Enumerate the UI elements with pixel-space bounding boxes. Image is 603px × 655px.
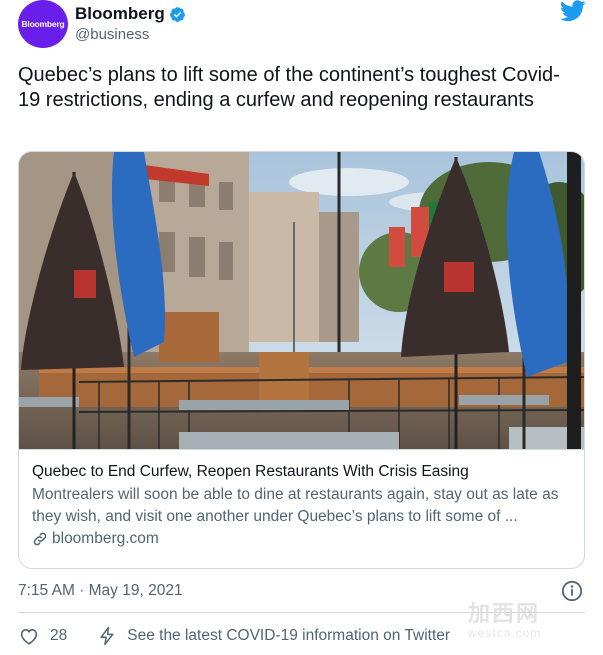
card-body[interactable]: Quebec to End Curfew, Reopen Restaurants… (19, 449, 584, 568)
avatar-text: Bloomberg (21, 19, 65, 29)
link-icon (33, 532, 47, 546)
display-name[interactable]: Bloomberg (75, 4, 165, 24)
card-domain[interactable]: bloomberg.com (52, 530, 159, 548)
tweet-timestamp[interactable]: 7:15 AM · May 19, 2021 (18, 582, 183, 600)
name-row: Bloomberg (75, 4, 186, 24)
heart-icon[interactable] (18, 625, 40, 647)
like-button[interactable]: 28 (18, 625, 67, 647)
divider (18, 612, 585, 613)
like-count: 28 (50, 627, 68, 644)
card-description: Montrealers will soon be able to dine at… (32, 486, 559, 525)
card-title[interactable]: Quebec to End Curfew, Reopen Restaurants… (32, 461, 571, 482)
author-block[interactable]: Bloomberg @business (75, 4, 186, 43)
card-image[interactable] (19, 152, 584, 449)
twitter-bird-icon[interactable] (560, 0, 586, 22)
tweet-header: Bloomberg Bloomberg @business (18, 0, 588, 50)
watermark-sub: westca.com (468, 626, 542, 640)
lightning-icon (100, 626, 114, 646)
avatar[interactable]: Bloomberg (18, 0, 68, 48)
tweet-actions: 28 See the latest COVID-19 information o… (18, 623, 450, 649)
watermark: 加西网 westca.com (468, 596, 578, 640)
link-card[interactable]: Quebec to End Curfew, Reopen Restaurants… (18, 151, 585, 569)
handle[interactable]: @business (75, 26, 186, 43)
verified-badge-icon (169, 6, 185, 22)
card-domain-row[interactable]: bloomberg.com (32, 530, 571, 548)
covid-info-text[interactable]: See the latest COVID-19 information on T… (127, 627, 450, 645)
tweet-text: Quebec’s plans to lift some of the conti… (18, 64, 560, 111)
covid-info-link[interactable]: See the latest COVID-19 information on T… (97, 626, 450, 646)
